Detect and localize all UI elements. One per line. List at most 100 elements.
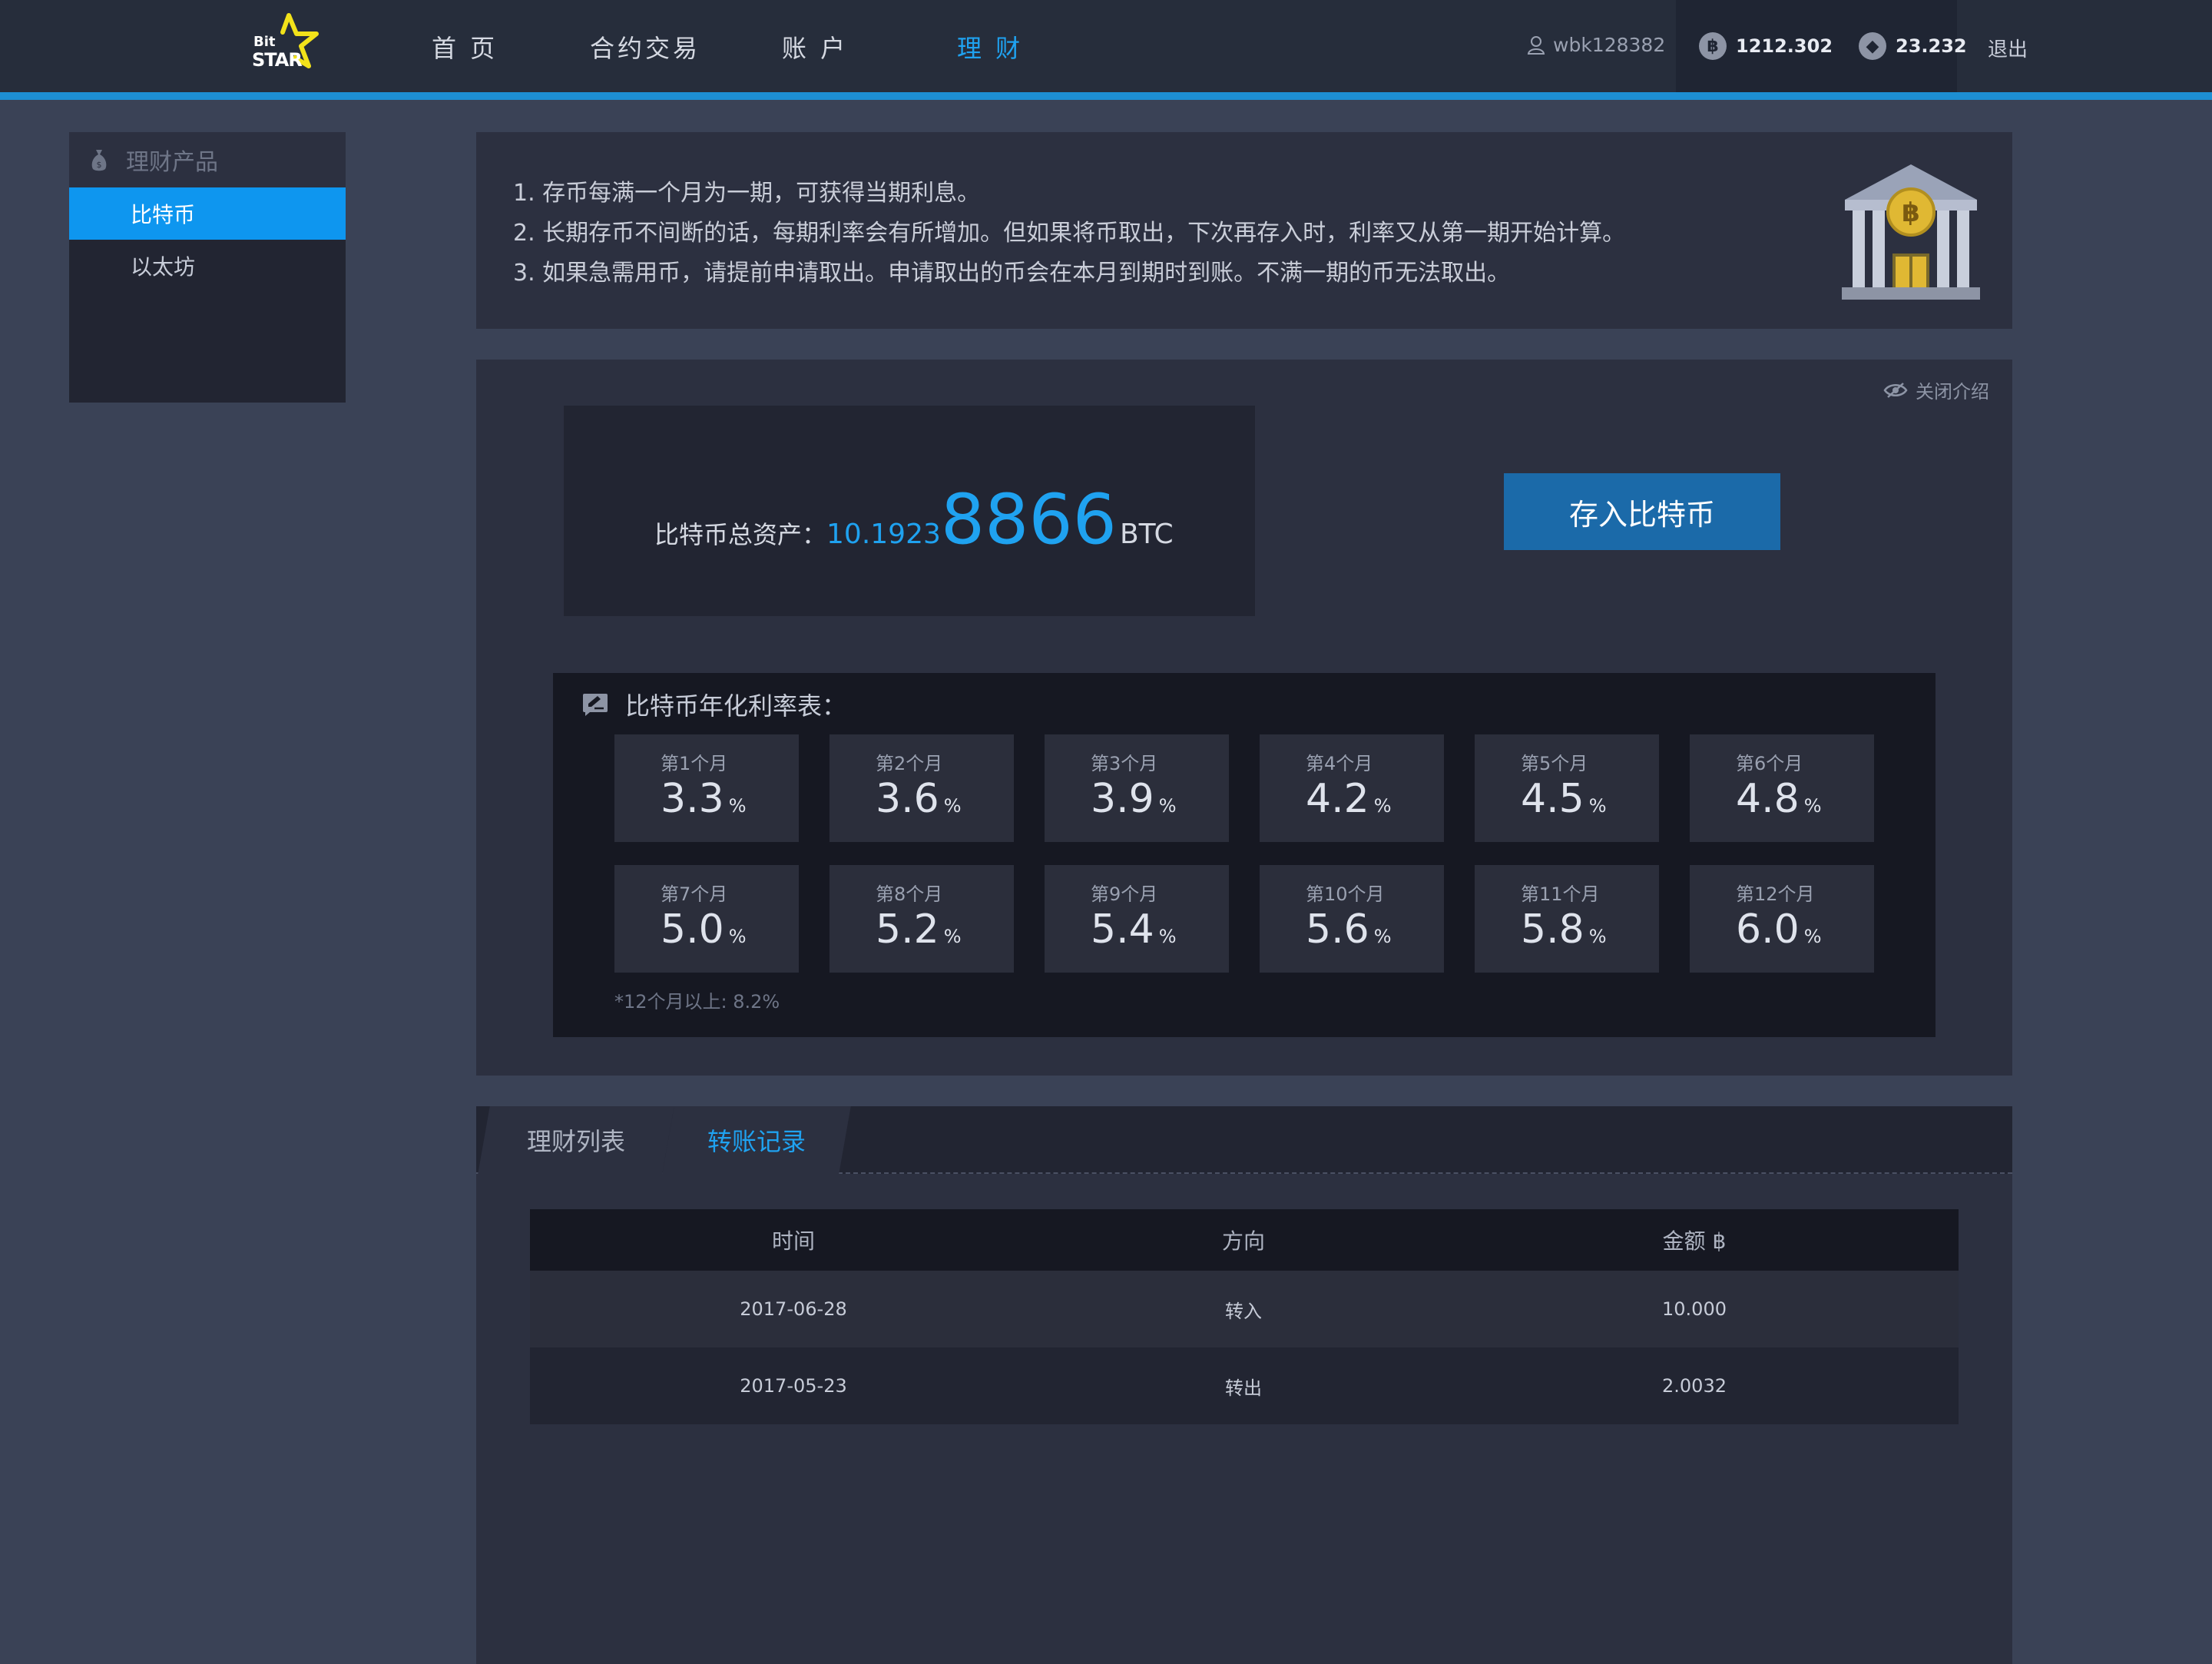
username: wbk128382 — [1553, 34, 1666, 56]
records-panel: 理财列表 转账记录 时间 方向 金额 ฿ 2017-06-28 转入 10.00… — [476, 1106, 2012, 1664]
bitcoin-icon: ฿ — [1699, 32, 1727, 60]
eye-slash-icon — [1883, 382, 1908, 398]
edit-note-icon — [583, 694, 608, 716]
btc-balance[interactable]: ฿ 1212.302 — [1699, 32, 1833, 60]
rate-number: 5.0 — [661, 907, 724, 953]
deposit-bitcoin-button[interactable]: 存入比特币 — [1504, 473, 1780, 550]
rate-month-label: 第9个月 — [1091, 883, 1158, 905]
logo-text-bit: Bit — [253, 34, 276, 50]
rate-value: 4.8% — [1736, 776, 1822, 822]
rate-value: 3.6% — [876, 776, 962, 822]
rate-month-label: 第10个月 — [1306, 883, 1385, 905]
rate-month-label: 第7个月 — [661, 883, 728, 905]
rate-number: 3.3 — [661, 776, 724, 822]
rate-card-month-8: 第8个月 5.2% — [830, 865, 1014, 973]
close-intro-button[interactable]: 关闭介绍 — [1883, 376, 1989, 403]
user-menu[interactable]: wbk128382 — [1527, 34, 1665, 56]
ethereum-icon: ◆ — [1859, 32, 1887, 60]
percent-sign: % — [1588, 795, 1607, 817]
rate-number: 4.2 — [1306, 776, 1369, 822]
rate-table-title: 比特币年化利率表： — [582, 687, 846, 722]
rate-month-label: 第2个月 — [876, 753, 943, 774]
rate-value: 6.0% — [1736, 907, 1822, 953]
cell-direction: 转出 — [1225, 1377, 1262, 1399]
rate-value: 5.2% — [876, 907, 962, 953]
nav-account[interactable]: 账 户 — [782, 29, 848, 65]
rate-number: 5.6 — [1306, 907, 1369, 953]
total-assets-label: 比特币总资产： — [654, 520, 827, 549]
rate-month-label: 第12个月 — [1736, 883, 1815, 905]
rate-value: 5.4% — [1091, 907, 1177, 953]
rate-card-month-4: 第4个月 4.2% — [1260, 734, 1444, 842]
intro-line-1: 1. 存币每满一个月为一期，可获得当期利息。 — [513, 180, 981, 207]
records-tabbar: 理财列表 转账记录 — [476, 1106, 2012, 1174]
rate-number: 4.8 — [1736, 776, 1800, 822]
rate-month-label: 第3个月 — [1091, 753, 1158, 774]
tab-transfer-records[interactable]: 转账记录 — [662, 1106, 851, 1174]
rate-month-label: 第1个月 — [661, 753, 728, 774]
eth-balance[interactable]: ◆ 23.232 — [1859, 32, 1967, 60]
percent-sign: % — [1803, 795, 1822, 817]
nav-finance[interactable]: 理 财 — [957, 29, 1023, 65]
transfer-records-table: 时间 方向 金额 ฿ 2017-06-28 转入 10.000 2017-05-… — [530, 1209, 1959, 1424]
nav-home[interactable]: 首 页 — [432, 29, 498, 65]
sidebar: $ 理财产品 比特币 以太坊 — [69, 132, 346, 403]
table-header: 时间 方向 金额 ฿ — [530, 1209, 1959, 1271]
total-assets-value-emphasis: 8866 — [940, 479, 1117, 560]
rate-value: 5.8% — [1521, 907, 1607, 953]
rate-value: 3.3% — [661, 776, 747, 822]
rate-number: 5.8 — [1521, 907, 1584, 953]
cell-direction: 转入 — [1225, 1300, 1262, 1322]
rate-number: 3.6 — [876, 776, 939, 822]
sidebar-item-ethereum[interactable]: 以太坊 — [69, 240, 346, 292]
rate-card-month-6: 第6个月 4.8% — [1690, 734, 1874, 842]
sidebar-item-bitcoin[interactable]: 比特币 — [69, 187, 346, 240]
tab-finance-list[interactable]: 理财列表 — [478, 1106, 674, 1174]
btc-balance-value: 1212.302 — [1736, 35, 1833, 57]
bitstar-logo[interactable]: Bit STAR — [249, 11, 333, 81]
navbar-accent-line — [0, 92, 2212, 100]
bitcoin-bank-icon: ฿ — [1842, 164, 1980, 300]
wallet-balances: ฿ 1212.302 ◆ 23.232 — [1676, 0, 1967, 92]
table-row: 2017-05-23 转出 2.0032 — [530, 1347, 1959, 1424]
svg-text:฿: ฿ — [1902, 197, 1920, 228]
rate-card-month-11: 第11个月 5.8% — [1475, 865, 1659, 973]
sidebar-title: 理财产品 — [126, 149, 218, 176]
top-navbar: Bit STAR 首 页 合约交易 账 户 理 财 wbk128382 ฿ 12… — [0, 0, 2212, 92]
percent-sign: % — [943, 926, 962, 947]
logout-link[interactable]: 退出 — [1988, 34, 2028, 62]
percent-sign: % — [943, 795, 962, 817]
rate-month-label: 第5个月 — [1521, 753, 1588, 774]
rate-number: 5.2 — [876, 907, 939, 953]
cell-time: 2017-05-23 — [740, 1375, 847, 1397]
eth-balance-value: 23.232 — [1896, 35, 1967, 57]
rate-month-label: 第4个月 — [1306, 753, 1373, 774]
rate-value: 4.2% — [1306, 776, 1392, 822]
tab-label: 理财列表 — [526, 1127, 625, 1156]
rate-card-month-3: 第3个月 3.9% — [1045, 734, 1229, 842]
bitcoin-deposit-panel: 关闭介绍 比特币总资产： 10.1923 8866 BTC 存入比特币 比特币年… — [476, 360, 2012, 1076]
interest-rate-table: 比特币年化利率表： 第1个月 3.3% 第2个月 3.6% 第3个月 3.9% … — [553, 673, 1936, 1037]
nav-contract-trading[interactable]: 合约交易 — [590, 29, 700, 65]
total-assets-value-prefix: 10.1923 — [826, 519, 941, 550]
intro-panel: 1. 存币每满一个月为一期，可获得当期利息。 2. 长期存币不间断的话，每期利率… — [476, 132, 2012, 329]
tab-label: 转账记录 — [707, 1127, 806, 1156]
rate-number: 4.5 — [1521, 776, 1584, 822]
percent-sign: % — [1373, 795, 1392, 817]
rate-card-month-5: 第5个月 4.5% — [1475, 734, 1659, 842]
rate-month-label: 第6个月 — [1736, 753, 1803, 774]
column-header-direction: 方向 — [1221, 1228, 1265, 1254]
percent-sign: % — [1803, 926, 1822, 947]
sidebar-header: $ 理财产品 — [69, 132, 346, 187]
cell-amount: 2.0032 — [1662, 1375, 1727, 1397]
table-row: 2017-06-28 转入 10.000 — [530, 1271, 1959, 1347]
rate-number: 5.4 — [1091, 907, 1154, 953]
column-header-amount: 金额 ฿ — [1662, 1228, 1727, 1254]
cell-time: 2017-06-28 — [740, 1298, 847, 1320]
rate-value: 5.6% — [1306, 907, 1392, 953]
rate-value: 5.0% — [661, 907, 747, 953]
close-intro-label: 关闭介绍 — [1916, 381, 1989, 403]
percent-sign: % — [1158, 926, 1177, 947]
logo-text-star: STAR — [252, 49, 303, 71]
user-icon — [1527, 35, 1545, 55]
